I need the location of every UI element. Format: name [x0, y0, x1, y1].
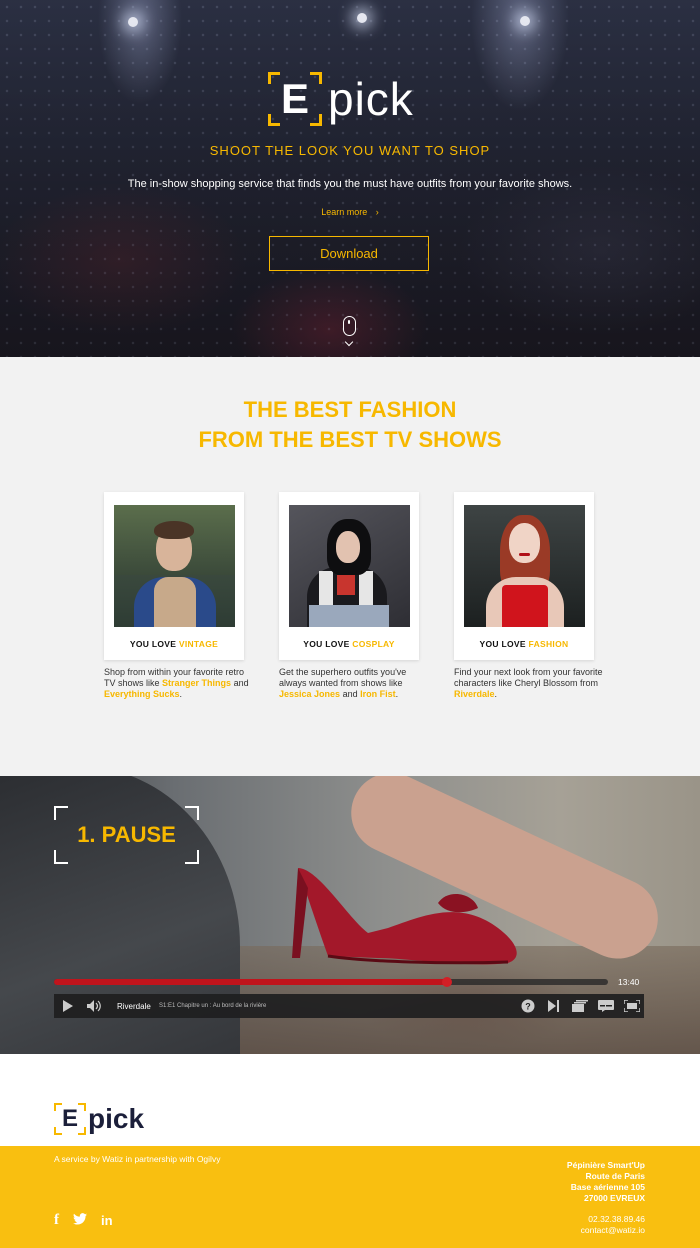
learn-more-label: Learn more: [321, 207, 368, 217]
hero-section: E pick SHOOT THE LOOK YOU WANT TO SHOP T…: [0, 0, 700, 357]
address-block: Pépinière Smart'Up Route de Paris Base a…: [567, 1160, 645, 1204]
fashion-card-vintage[interactable]: YOU LOVE VINTAGE: [104, 492, 244, 660]
caption-highlight: FASHION: [528, 639, 569, 649]
progress-bar[interactable]: [54, 977, 608, 987]
subtitles-icon[interactable]: [598, 994, 614, 1018]
facebook-icon[interactable]: f: [54, 1212, 59, 1229]
phone-number[interactable]: 02.32.38.89.46: [581, 1214, 645, 1225]
vintage-photo: [114, 505, 235, 627]
caption-highlight: VINTAGE: [178, 639, 219, 649]
contact-block: 02.32.38.89.46 contact@watiz.io: [581, 1214, 645, 1236]
episodes-icon[interactable]: [572, 994, 588, 1018]
show-link-iron-fist[interactable]: Iron Fist: [360, 689, 396, 699]
hero-logo[interactable]: E pick: [268, 72, 414, 126]
fashion-card-fashion[interactable]: YOU LOVE FASHION: [454, 492, 594, 660]
logo-wordmark: pick: [88, 1103, 145, 1134]
page: E pick SHOOT THE LOOK YOU WANT TO SHOP T…: [0, 0, 700, 1248]
caption-prefix: YOU LOVE: [479, 639, 526, 649]
fashion-card-cosplay[interactable]: YOU LOVE COSPLAY: [279, 492, 419, 660]
description-text: .: [494, 689, 498, 699]
description-text: and: [233, 678, 249, 688]
progress-fill: [54, 979, 448, 985]
volume-icon[interactable]: [87, 994, 101, 1018]
learn-more-link[interactable]: Learn more ›: [0, 207, 700, 217]
description-text: and: [342, 689, 358, 699]
step-label: 1. PAUSE: [77, 822, 176, 847]
section-title: THE BEST FASHION FROM THE BEST TV SHOWS: [0, 395, 700, 455]
hero-description: The in-show shopping service that finds …: [127, 178, 573, 190]
red-shoe-image: [292, 868, 517, 965]
social-links: f in: [54, 1212, 113, 1229]
caption-highlight: COSPLAY: [352, 639, 395, 649]
email-link[interactable]: contact@watiz.io: [581, 1225, 645, 1236]
address-line: Base aérienne 105: [570, 1182, 645, 1192]
card-description: Get the superhero outfits you've always …: [279, 667, 429, 700]
show-link-everything-sucks[interactable]: Everything Sucks: [104, 689, 180, 699]
card-caption: YOU LOVE FASHION: [454, 639, 594, 649]
linkedin-icon[interactable]: in: [101, 1213, 113, 1228]
twitter-icon[interactable]: [73, 1213, 87, 1228]
player-control-bar: Riverdale S1:E1 Chapitre un : Au bord de…: [54, 994, 644, 1018]
caption-prefix: YOU LOVE: [303, 639, 350, 649]
description-text: Get the superhero outfits you've always …: [279, 667, 407, 688]
card-description: Shop from within your favorite retro TV …: [104, 667, 254, 700]
description-text: .: [179, 689, 183, 699]
footer-logo-band: E pick: [0, 1054, 700, 1146]
description-text: .: [395, 689, 399, 699]
card-description: Find your next look from your favorite c…: [454, 667, 604, 700]
show-link-jessica-jones[interactable]: Jessica Jones: [279, 689, 340, 699]
card-caption: YOU LOVE COSPLAY: [279, 639, 419, 649]
fashion-photo: [464, 505, 585, 627]
show-link-stranger-things[interactable]: Stranger Things: [162, 678, 231, 688]
cosplay-photo: [289, 505, 410, 627]
chevron-right-icon: ›: [375, 207, 379, 217]
logo-letter: E: [280, 75, 309, 122]
download-button[interactable]: Download: [269, 236, 429, 271]
mouse-scroll-icon[interactable]: [343, 316, 356, 336]
logo-wordmark: pick: [328, 73, 414, 125]
play-icon[interactable]: [62, 994, 74, 1018]
hero-tagline: SHOOT THE LOOK YOU WANT TO SHOP: [209, 143, 491, 158]
svg-text:?: ?: [525, 1002, 531, 1012]
logo-letter: E: [61, 1105, 78, 1132]
section-title-line: FROM THE BEST TV SHOWS: [198, 427, 502, 452]
logo-bracket-box: E: [268, 72, 322, 126]
footer-logo[interactable]: E pick: [54, 1103, 144, 1135]
logo-bracket-box: E: [54, 1103, 86, 1135]
help-icon[interactable]: ?: [521, 994, 535, 1018]
address-line: 27000 EVREUX: [584, 1193, 645, 1203]
video-section: 1. PAUSE 13:40 Riverdale S1:E1 Chapitre …: [0, 776, 700, 1054]
show-link-riverdale[interactable]: Riverdale: [454, 689, 495, 699]
description-text: Find your next look from your favorite c…: [454, 667, 603, 688]
address-line: Pépinière Smart'Up: [566, 1160, 645, 1170]
next-icon[interactable]: [548, 994, 560, 1018]
section-title-line: THE BEST FASHION: [243, 397, 457, 422]
footer: A service by Watiz in partnership with O…: [0, 1146, 700, 1248]
address-line: Route de Paris: [585, 1171, 645, 1181]
caption-prefix: YOU LOVE: [129, 639, 177, 649]
time-total: 13:40: [618, 977, 640, 987]
card-caption: YOU LOVE VINTAGE: [104, 639, 244, 649]
show-name: Riverdale: [117, 1001, 151, 1011]
fashion-section: THE BEST FASHION FROM THE BEST TV SHOWS …: [0, 357, 700, 776]
episode-title: S1:E1 Chapitre un : Au bord de la rivièr…: [159, 1003, 267, 1009]
partner-text: A service by Watiz in partnership with O…: [54, 1154, 221, 1164]
step-label-box: 1. PAUSE: [54, 806, 199, 864]
fullscreen-icon[interactable]: [624, 994, 640, 1018]
